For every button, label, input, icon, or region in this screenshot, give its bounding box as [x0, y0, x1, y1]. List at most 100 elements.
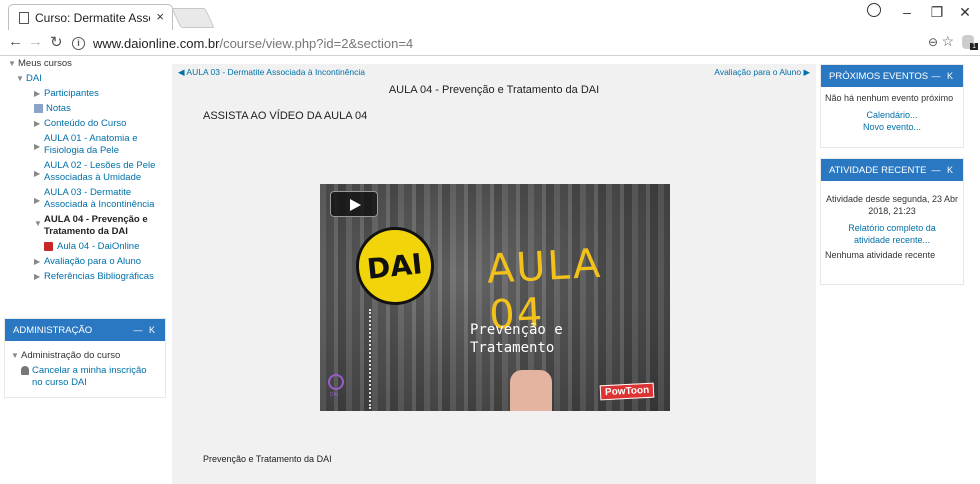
nav-label: Avaliação para o Aluno [44, 256, 142, 267]
nav-course-dai[interactable]: ▼ DAI [8, 73, 166, 85]
nav-label: Cancelar a minha inscrição no curso DAI [32, 365, 147, 388]
block-title: ADMINISTRAÇÃO [13, 324, 93, 336]
grades-icon [34, 104, 43, 113]
url-text: www.daionline.com.br/course/view.php?id=… [93, 36, 413, 51]
nav-aula-02[interactable]: ▶ AULA 02 - Lesões de Pele Associadas à … [8, 160, 166, 184]
user-icon [21, 366, 29, 375]
video-subtitle-line-1: Prevenção e [470, 322, 563, 338]
new-event-link[interactable]: Novo evento... [825, 121, 959, 133]
caret-down-icon: ▼ [34, 219, 42, 228]
address-bar[interactable]: i www.daionline.com.br/course/view.php?i… [72, 32, 952, 54]
extension-badge: 1 [970, 43, 978, 50]
nav-label: AULA 04 - Prevenção e Tratamento da DAI [44, 214, 148, 237]
window-close-icon[interactable]: ✕ [950, 4, 980, 21]
nav-label: Meus cursos [18, 58, 72, 69]
no-events-text: Não há nenhum evento próximo [825, 93, 954, 103]
block-title: PRÓXIMOS EVENTOS [829, 70, 929, 82]
navigation-block: ▼ Meus cursos ▼ DAI ▶ Participantes Nota… [8, 58, 166, 286]
nav-label: Conteúdo do Curso [44, 118, 127, 129]
section-title: AULA 04 - Prevenção e Tratamento da DAI [388, 84, 600, 96]
activity-since: Atividade desde segunda, 23 Abr 2018, 21… [825, 194, 959, 216]
no-activity-text: Nenhuma atividade recente [825, 250, 936, 260]
profile-icon[interactable] [867, 3, 881, 17]
dai-logo-text: DAI [330, 392, 339, 398]
nav-label: Participantes [44, 88, 99, 99]
document-icon [19, 11, 29, 24]
upcoming-events-body: Não há nenhum evento próximo Calendário.… [821, 87, 963, 147]
nav-course-content[interactable]: ▶ Conteúdo do Curso [8, 118, 166, 130]
nav-evaluation[interactable]: ▶ Avaliação para o Aluno [8, 256, 166, 268]
video-subtitle: Prevenção e Tratamento [470, 321, 563, 357]
tab-title: Curso: Dermatite Associa [35, 10, 150, 25]
caret-right-icon: ▶ [34, 89, 41, 98]
browser-tab[interactable]: Curso: Dermatite Associa × [8, 4, 173, 30]
dai-badge: DAI [356, 227, 434, 305]
caret-right-icon: ▶ [34, 257, 41, 266]
nav-label: AULA 03 - Dermatite Associada à Incontin… [44, 187, 155, 210]
administration-block: ADMINISTRAÇÃO — K ▼ Administração do cur… [4, 318, 166, 398]
nav-label: Notas [46, 103, 71, 114]
dotted-line [369, 309, 371, 409]
nav-aula-04[interactable]: ▼ AULA 04 - Prevenção e Tratamento da DA… [8, 214, 166, 238]
calendar-link[interactable]: Calendário... [825, 109, 959, 121]
administration-header: ADMINISTRAÇÃO — K [5, 319, 165, 341]
recent-activity-header: ATIVIDADE RECENTE — K [821, 159, 963, 181]
full-report-link[interactable]: Relatório completo da atividade recente.… [831, 222, 953, 246]
next-section-link[interactable]: Avaliação para o Aluno ▶ [714, 67, 810, 78]
caret-down-icon: ▼ [8, 59, 16, 68]
nav-my-courses[interactable]: ▼ Meus cursos [8, 58, 166, 70]
nav-label: AULA 01 - Anatomia e Fisiologia da Pele [44, 133, 138, 156]
watch-heading: ASSISTA AO VÍDEO DA AULA 04 [203, 110, 368, 122]
minimize-icon[interactable]: – [892, 4, 922, 20]
course-administration[interactable]: ▼ Administração do curso [11, 350, 159, 362]
nav-label: AULA 02 - Lesões de Pele Associadas à Um… [44, 160, 156, 183]
video-player[interactable]: DAI AULA 04 Prevenção e Tratamento DAI P… [320, 184, 670, 411]
hand-image [510, 370, 552, 411]
dai-badge-text: DAI [365, 246, 425, 286]
caret-right-icon: ▶ [34, 169, 41, 178]
dai-logo-icon [328, 374, 344, 390]
back-icon[interactable]: ← [8, 33, 23, 50]
forward-icon[interactable]: → [28, 33, 43, 50]
video-subtitle-line-2: Tratamento [470, 340, 555, 356]
recent-activity-block: ATIVIDADE RECENTE — K Atividade desde se… [820, 158, 964, 285]
nav-grades[interactable]: Notas [8, 103, 166, 115]
page-content: ▼ Meus cursos ▼ DAI ▶ Participantes Nota… [0, 56, 980, 484]
nav-label: Administração do curso [21, 350, 121, 361]
right-column: PRÓXIMOS EVENTOS — K Não há nenhum event… [820, 64, 964, 295]
reload-icon[interactable]: ↻ [50, 33, 63, 51]
url-host: www.daionline.com.br [93, 35, 220, 51]
info-icon[interactable]: i [72, 36, 85, 50]
nav-participants[interactable]: ▶ Participantes [8, 88, 166, 100]
administration-body: ▼ Administração do curso Cancelar a minh… [5, 341, 165, 401]
file-icon [44, 242, 53, 251]
block-controls-icon[interactable]: — K [931, 71, 955, 81]
powtoon-logo: PowToon [599, 382, 655, 401]
caret-right-icon: ▶ [34, 196, 41, 205]
previous-section-link[interactable]: ◀ AULA 03 - Dermatite Associada à Incont… [178, 67, 365, 78]
block-controls-icon[interactable]: — K [133, 325, 157, 335]
nav-label: DAI [26, 73, 42, 84]
zoom-icon[interactable]: ⊖ [928, 35, 938, 49]
upcoming-events-header: PRÓXIMOS EVENTOS — K [821, 65, 963, 87]
block-controls-icon[interactable]: — K [931, 165, 955, 175]
restore-icon[interactable]: ❐ [922, 4, 952, 21]
main-content: ◀ AULA 03 - Dermatite Associada à Incont… [172, 64, 816, 484]
nav-aula-01[interactable]: ▶ AULA 01 - Anatomia e Fisiologia da Pel… [8, 133, 166, 157]
caret-right-icon: ▶ [34, 119, 41, 128]
tab-close-icon[interactable]: × [156, 9, 164, 24]
star-icon[interactable]: ☆ [941, 33, 954, 50]
video-caption: Prevenção e Tratamento da DAI [203, 454, 332, 464]
play-button[interactable] [330, 191, 378, 217]
url-path: /course/view.php?id=2&section=4 [219, 35, 414, 51]
caret-right-icon: ▶ [34, 272, 41, 281]
caret-down-icon: ▼ [16, 74, 24, 83]
nav-aula-03[interactable]: ▶ AULA 03 - Dermatite Associada à Incont… [8, 187, 166, 211]
caret-right-icon: ▶ [34, 142, 41, 151]
new-tab-button[interactable] [171, 8, 215, 28]
browser-toolbar: ← → ↻ i www.daionline.com.br/course/view… [0, 30, 980, 56]
nav-references[interactable]: ▶ Referências Bibliográficas [8, 271, 166, 283]
tab-strip: Curso: Dermatite Associa × – ❐ ✕ [0, 0, 980, 30]
nav-aula-04-video[interactable]: Aula 04 - DaiOnline [8, 241, 166, 253]
unenrol-link[interactable]: Cancelar a minha inscrição no curso DAI [11, 365, 159, 389]
